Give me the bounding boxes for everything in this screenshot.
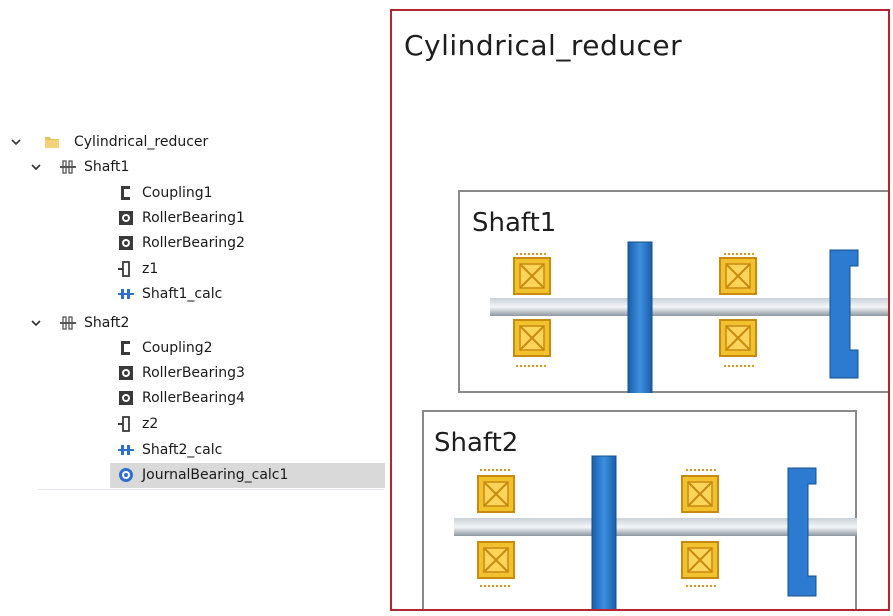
tree-item-shaft1-calc[interactable]: Shaft1_calc <box>118 283 222 305</box>
folder-icon <box>45 137 59 148</box>
tree-item-rollerbearing1[interactable]: RollerBearing1 <box>118 207 245 229</box>
bearing-icon <box>119 391 133 405</box>
tree-item-journalbearing-calc1[interactable]: JournalBearing_calc1 <box>118 464 288 486</box>
tree-item-label: RollerBearing2 <box>142 235 245 251</box>
tree-item-coupling1[interactable]: Coupling1 <box>118 182 213 204</box>
chevron-down-icon[interactable] <box>10 136 22 148</box>
tree-item-label: Coupling1 <box>142 185 213 201</box>
coupling-icon <box>121 341 130 355</box>
journal-bearing-icon <box>119 468 133 482</box>
tree-item-shaft1[interactable]: Shaft1 <box>30 156 129 178</box>
tree-item-label: z2 <box>142 416 159 432</box>
gear-icon <box>118 261 130 277</box>
tree-item-label: Cylindrical_reducer <box>74 134 209 150</box>
shaft2-diagram[interactable]: Shaft2 <box>422 410 857 609</box>
tree-item-rollerbearing4[interactable]: RollerBearing4 <box>118 387 245 409</box>
bearing-icon <box>119 366 133 380</box>
tree-item-label: RollerBearing4 <box>142 390 245 406</box>
tree-item-label: RollerBearing1 <box>142 210 245 226</box>
gear-z2-icon <box>591 455 617 609</box>
tree-item-z2[interactable]: z2 <box>118 413 158 435</box>
tree-item-label: Shaft2_calc <box>142 442 223 458</box>
coupling-icon <box>121 186 130 200</box>
tree-item-label: z1 <box>142 261 159 277</box>
bearing-icon <box>119 211 133 225</box>
shaft1-schematic <box>490 241 888 393</box>
gear-icon <box>118 416 130 432</box>
tree-item-label: Shaft1_calc <box>142 286 223 302</box>
shaft2-schematic <box>454 455 857 609</box>
shaft-icon <box>60 316 76 330</box>
bearing-icon <box>119 236 133 250</box>
divider <box>38 489 384 490</box>
shaft-calc-icon <box>118 445 134 455</box>
tree-item-shaft2[interactable]: Shaft2 <box>30 312 129 334</box>
shaft-calc-icon <box>118 289 134 299</box>
gear-z1-icon <box>627 241 653 393</box>
tree-item-coupling2[interactable]: Coupling2 <box>118 337 213 359</box>
schematic-title: Cylindrical_reducer <box>404 29 683 62</box>
tree-item-shaft2-calc[interactable]: Shaft2_calc <box>118 439 222 461</box>
shaft-icon <box>60 160 76 174</box>
chevron-down-icon[interactable] <box>30 161 42 173</box>
tree-item-label: Shaft1 <box>84 159 130 175</box>
tree-item-rollerbearing3[interactable]: RollerBearing3 <box>118 362 245 384</box>
chevron-down-icon[interactable] <box>30 317 42 329</box>
tree-item-rollerbearing2[interactable]: RollerBearing2 <box>118 232 245 254</box>
tree-item-z1[interactable]: z1 <box>118 258 158 280</box>
tree-item-root[interactable]: Cylindrical_reducer <box>10 131 208 153</box>
tree-item-label: RollerBearing3 <box>142 365 245 381</box>
schematic-canvas[interactable]: Cylindrical_reducer Shaft1 Shaft2 <box>390 9 890 611</box>
shaft1-diagram[interactable]: Shaft1 <box>458 190 888 393</box>
tree-item-label: Coupling2 <box>142 340 213 356</box>
tree-item-label: Shaft2 <box>84 315 130 331</box>
tree-item-label: JournalBearing_calc1 <box>142 467 289 483</box>
